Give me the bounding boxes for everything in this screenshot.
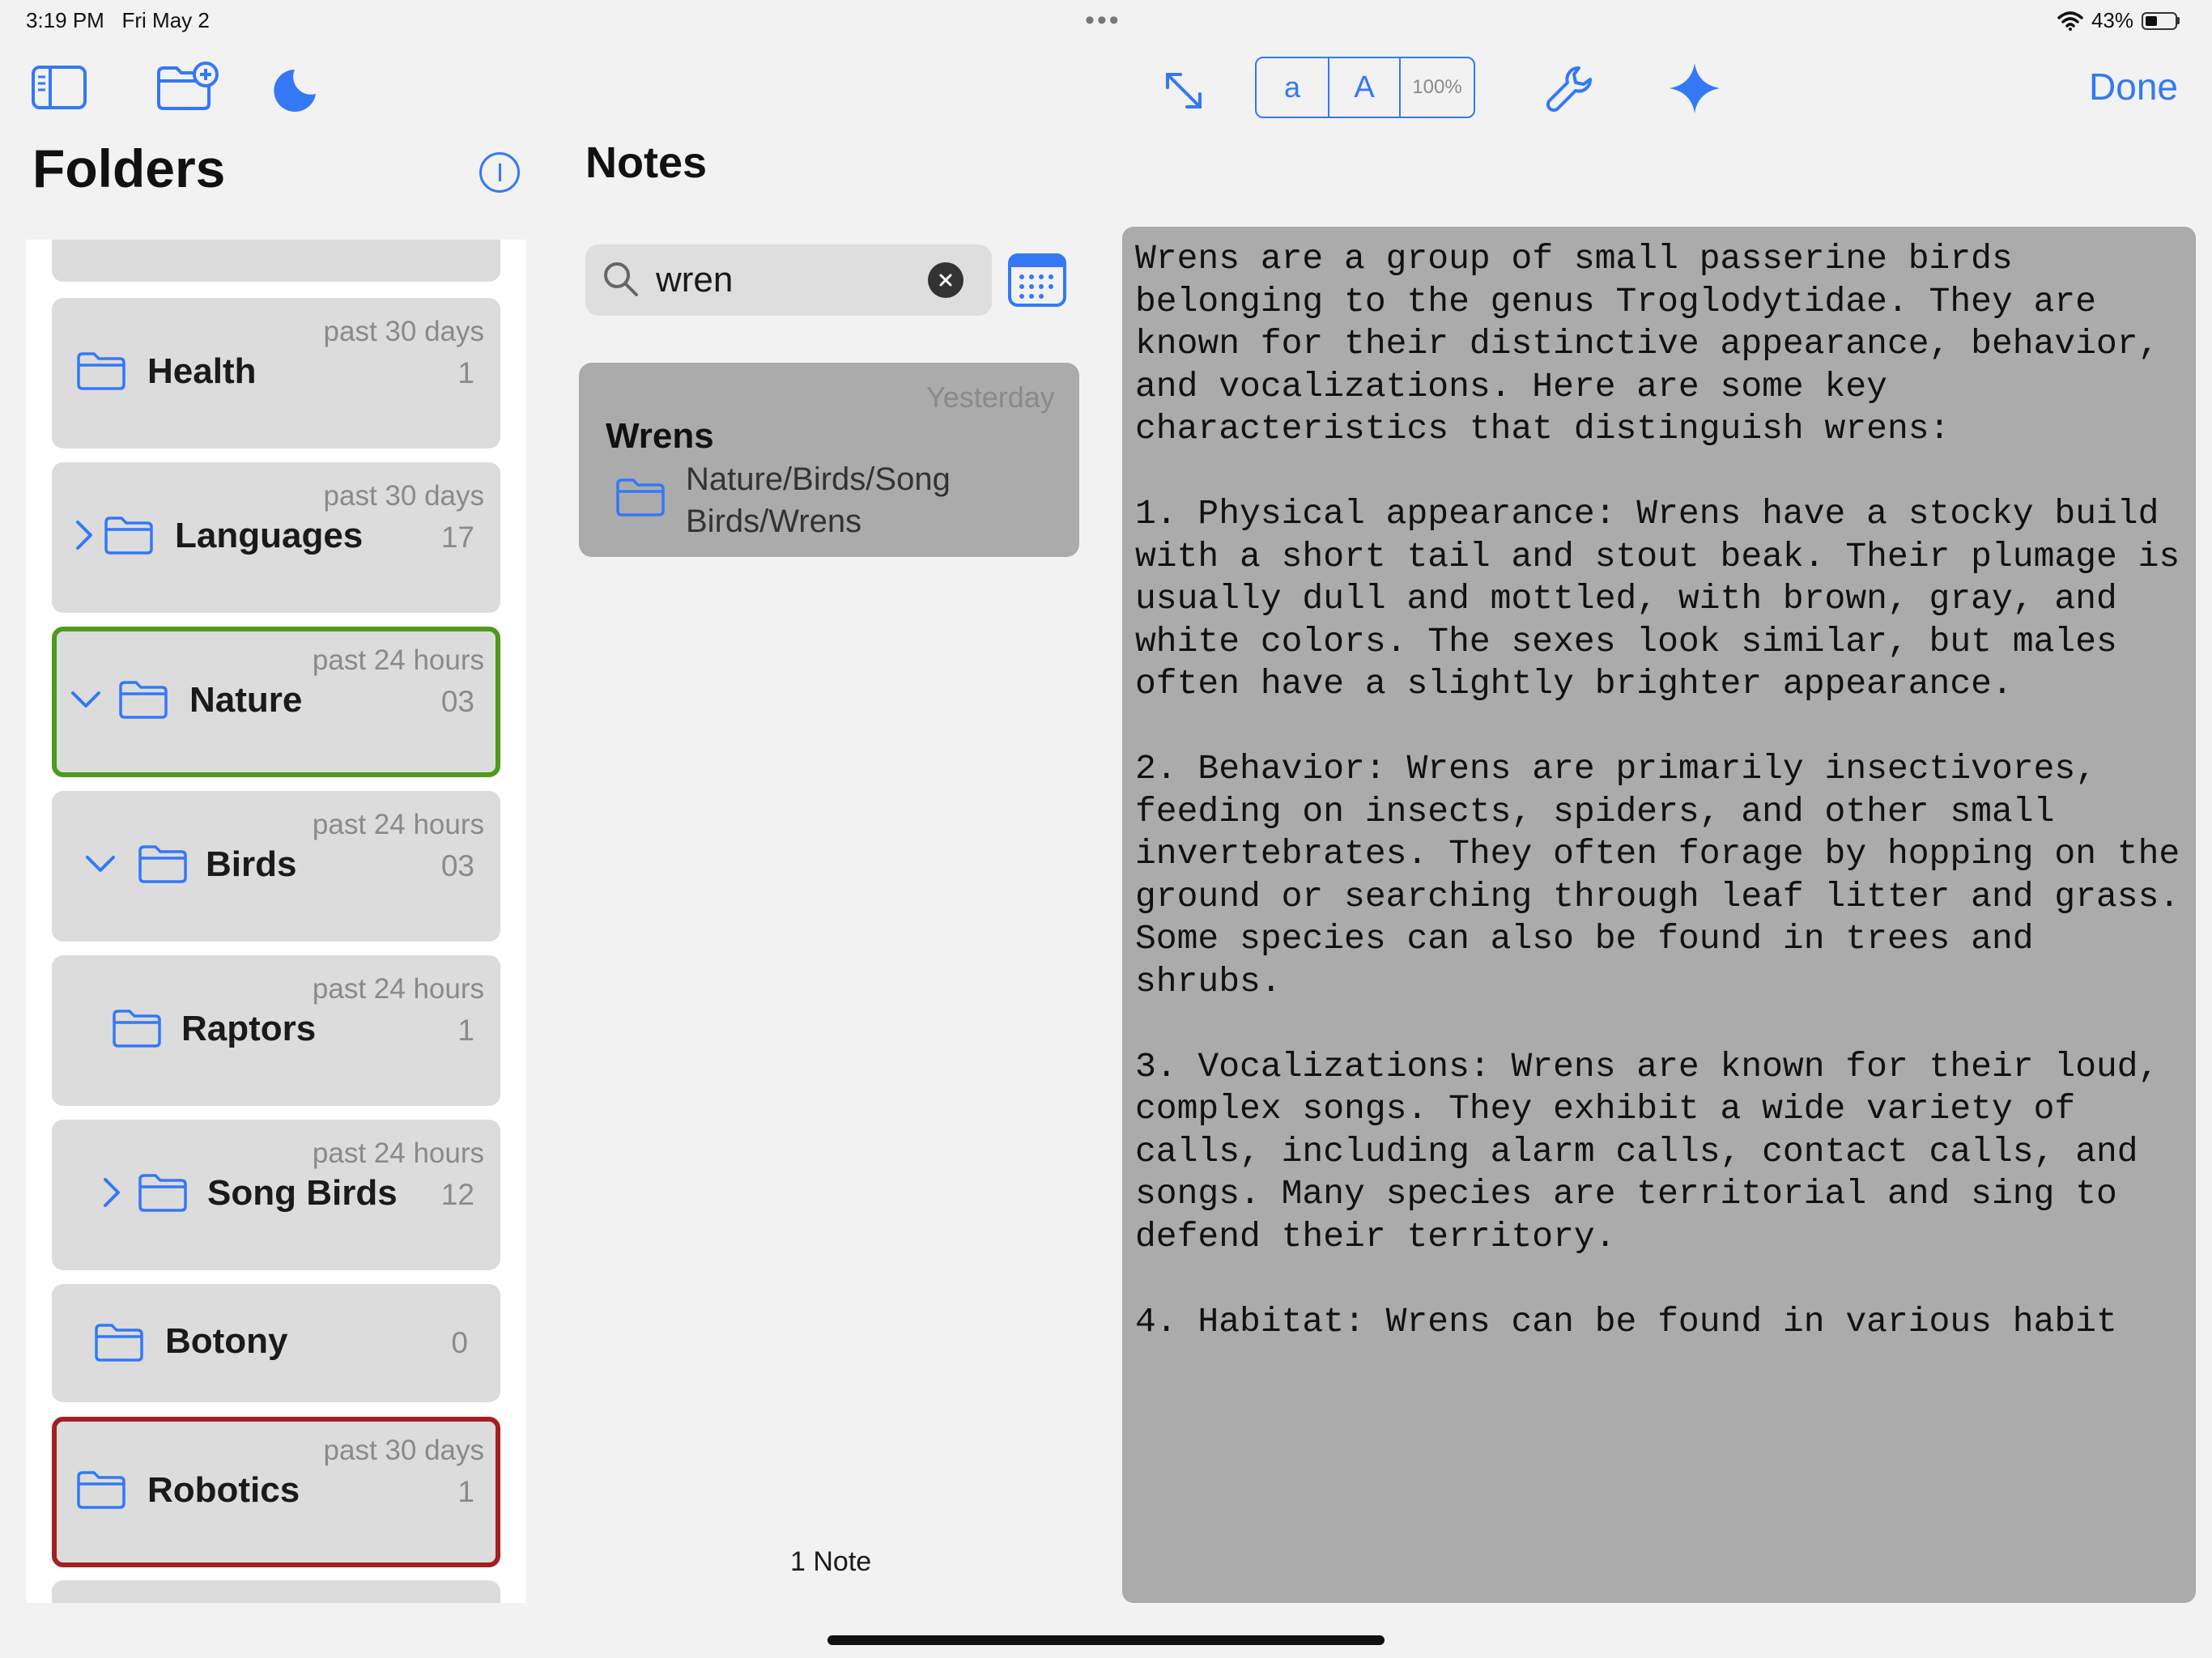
note-title: Wrens (606, 416, 714, 456)
expand-icon[interactable] (1161, 68, 1206, 113)
battery-icon (2142, 11, 2180, 30)
done-button[interactable]: Done (2089, 65, 2178, 108)
folder-icon (77, 352, 125, 390)
note-date: Yesterday (926, 380, 1055, 414)
folders-title: Folders (32, 138, 226, 198)
font-size-control: a A 100% (1255, 57, 1475, 118)
font-larger-button[interactable]: A (1329, 58, 1401, 117)
folder-icon (113, 1010, 161, 1048)
folder-card-robotics[interactable]: past 30 days Robotics 1 (52, 1417, 500, 1567)
folder-icon (138, 1174, 187, 1212)
folder-card-raptors[interactable]: past 24 hours Raptors 1 (52, 955, 500, 1106)
more-dots-icon[interactable]: ••• (1085, 5, 1121, 36)
info-icon[interactable] (479, 152, 520, 193)
clear-search-icon[interactable] (928, 262, 963, 298)
note-body-text[interactable]: Wrens are a group of small passerine bir… (1135, 238, 2188, 1343)
chevron-right-icon[interactable] (70, 519, 99, 551)
chevron-down-icon[interactable] (71, 683, 100, 716)
note-folder-path: Nature/Birds/Song Birds/Wrens (686, 461, 951, 539)
new-folder-icon[interactable] (155, 62, 219, 112)
folder-card-birds[interactable]: past 24 hours Birds 03 (52, 791, 500, 942)
chevron-down-icon[interactable] (86, 848, 115, 880)
folder-icon (119, 681, 168, 719)
battery-percent: 43% (2091, 8, 2133, 32)
sparkle-icon[interactable] (1668, 62, 1721, 115)
note-count: 1 Note (790, 1546, 872, 1577)
font-smaller-button[interactable]: a (1257, 58, 1329, 117)
folder-icon (138, 845, 187, 883)
folder-icon (104, 517, 153, 555)
zoom-level[interactable]: 100% (1401, 58, 1474, 117)
folder-card-song-birds[interactable]: past 24 hours Song Birds 12 (52, 1120, 500, 1270)
folder-icon (616, 478, 665, 517)
home-indicator[interactable] (827, 1635, 1385, 1645)
folder-icon (77, 1471, 125, 1509)
folder-card-languages[interactable]: past 30 days Languages 17 (52, 462, 500, 613)
wrench-icon[interactable] (1543, 63, 1595, 115)
folder-card-nature[interactable]: past 24 hours Nature 03 (52, 627, 500, 777)
folder-icon (95, 1324, 143, 1362)
folder-card-partial-bottom[interactable] (52, 1580, 500, 1603)
chevron-right-icon[interactable] (97, 1176, 126, 1209)
search-input[interactable] (656, 256, 915, 304)
status-indicators: 43% (2057, 8, 2180, 33)
status-time: 3:19 PM Fri May 2 (26, 8, 210, 32)
folder-card-botony[interactable]: Botony 0 (52, 1284, 500, 1402)
folder-list[interactable]: past 30 days Health 1 past 30 days Langu… (26, 240, 526, 1603)
folder-card-health[interactable]: past 30 days Health 1 (52, 298, 500, 449)
note-editor[interactable]: Wrens are a group of small passerine bir… (1122, 227, 2196, 1603)
sidebar-icon[interactable] (31, 65, 87, 110)
folder-card-partial-top[interactable] (52, 240, 500, 282)
calendar-icon[interactable] (1007, 253, 1067, 308)
notes-title: Notes (585, 138, 708, 187)
wifi-icon (2057, 11, 2083, 31)
moon-icon[interactable] (270, 66, 319, 115)
search-icon (604, 262, 638, 296)
